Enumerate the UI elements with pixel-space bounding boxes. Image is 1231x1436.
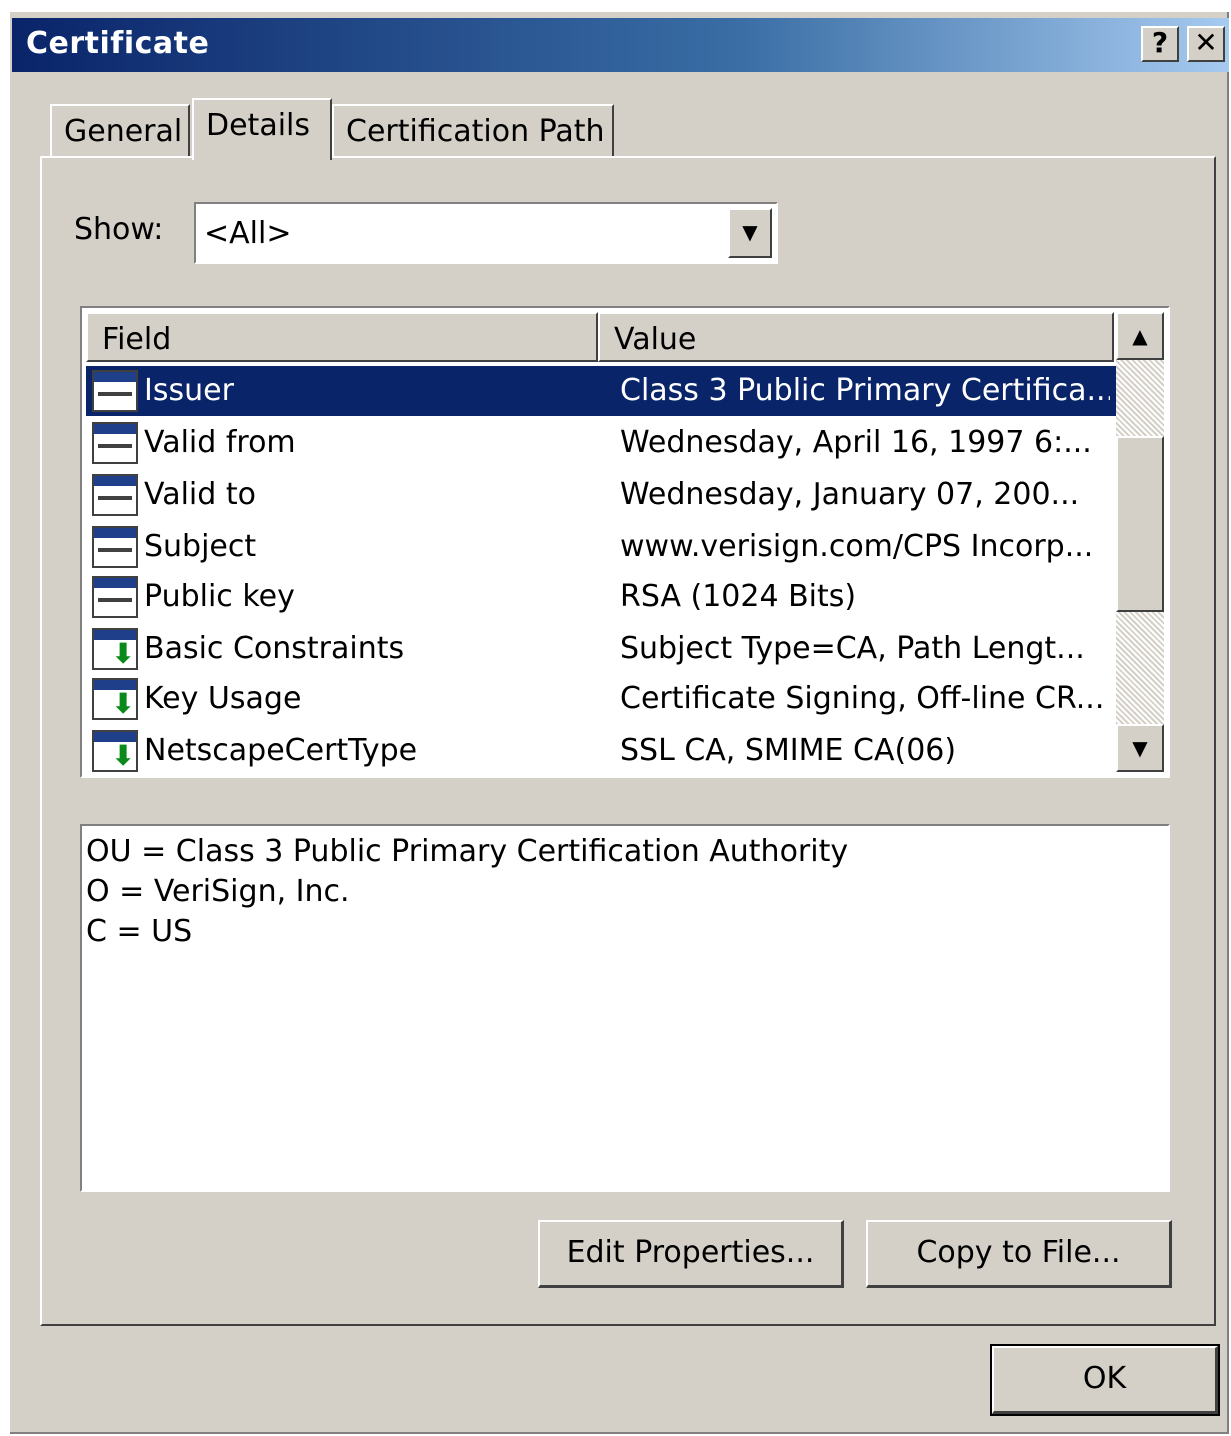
field-name: NetscapeCertType [144,733,418,768]
help-button[interactable]: ? [1141,26,1179,62]
copy-to-file-button[interactable]: Copy to File... [866,1220,1172,1288]
extension-icon: ⬇ [92,628,138,670]
extension-icon: ⬇ [92,678,138,720]
list-item[interactable]: Valid to Wednesday, January 07, 200... [86,470,1116,520]
show-select-value: <All> [204,216,292,251]
scrollbar-thumb[interactable] [1116,436,1164,612]
field-value: RSA (1024 Bits) [620,579,857,614]
field-name: Valid to [144,477,256,512]
extension-icon: ⬇ [92,730,138,772]
field-name: Issuer [144,373,234,408]
dropdown-arrow-icon[interactable]: ▼ [728,208,772,258]
edit-properties-button[interactable]: Edit Properties... [538,1220,844,1288]
list-item[interactable]: ⬇ NetscapeCertType SSL CA, SMIME CA(06) [86,726,1116,776]
scroll-down-icon[interactable]: ▼ [1116,724,1164,772]
vertical-scrollbar[interactable]: ▲ ▼ [1116,312,1164,772]
detail-line: OU = Class 3 Public Primary Certificatio… [86,834,849,869]
certificate-field-icon [92,422,138,464]
certificate-field-icon [92,526,138,568]
certificate-field-icon [92,370,138,412]
field-value: Wednesday, April 16, 1997 6:... [620,425,1092,460]
field-name: Basic Constraints [144,631,405,666]
field-name: Public key [144,579,295,614]
field-name: Valid from [144,425,296,460]
list-item[interactable]: ⬇ Key Usage Certificate Signing, Off-lin… [86,674,1116,724]
field-value: Certificate Signing, Off-line CR... [620,681,1105,716]
scroll-up-icon[interactable]: ▲ [1116,312,1164,360]
window-title: Certificate [26,26,210,61]
fields-list[interactable]: Field Value Issuer Class 3 Public Primar… [80,306,1170,778]
field-value: Wednesday, January 07, 200... [620,477,1080,512]
show-select[interactable]: <All> ▼ [194,202,778,264]
field-value: www.verisign.com/CPS Incorp... [620,529,1094,564]
show-label: Show: [74,212,164,247]
list-item[interactable]: Issuer Class 3 Public Primary Certifica.… [86,366,1116,416]
field-value: SSL CA, SMIME CA(06) [620,733,957,768]
field-value: Class 3 Public Primary Certifica... [620,373,1110,408]
field-name: Key Usage [144,681,302,716]
column-header-field[interactable]: Field [86,312,598,362]
list-item[interactable]: Valid from Wednesday, April 16, 1997 6:.… [86,418,1116,468]
detail-line: O = VeriSign, Inc. [86,874,350,909]
list-header: Field Value [86,312,1114,362]
tab-general[interactable]: General [50,104,190,158]
certificate-field-icon [92,576,138,618]
title-bar[interactable]: Certificate ? ✕ [12,18,1229,72]
detail-line: C = US [86,914,193,949]
list-item[interactable]: ⬇ Basic Constraints Subject Type=CA, Pat… [86,624,1116,674]
column-header-value[interactable]: Value [598,312,1114,362]
field-value: Subject Type=CA, Path Lengt... [620,631,1085,666]
ok-button[interactable]: OK [990,1344,1220,1416]
list-item[interactable]: Subject www.verisign.com/CPS Incorp... [86,522,1116,572]
close-button[interactable]: ✕ [1187,26,1225,62]
tab-details[interactable]: Details [192,98,332,160]
certificate-field-icon [92,474,138,516]
field-name: Subject [144,529,257,564]
list-item[interactable]: Public key RSA (1024 Bits) [86,572,1116,622]
field-detail-text[interactable]: OU = Class 3 Public Primary Certificatio… [80,824,1170,1192]
tab-certification-path[interactable]: Certification Path [332,104,614,158]
